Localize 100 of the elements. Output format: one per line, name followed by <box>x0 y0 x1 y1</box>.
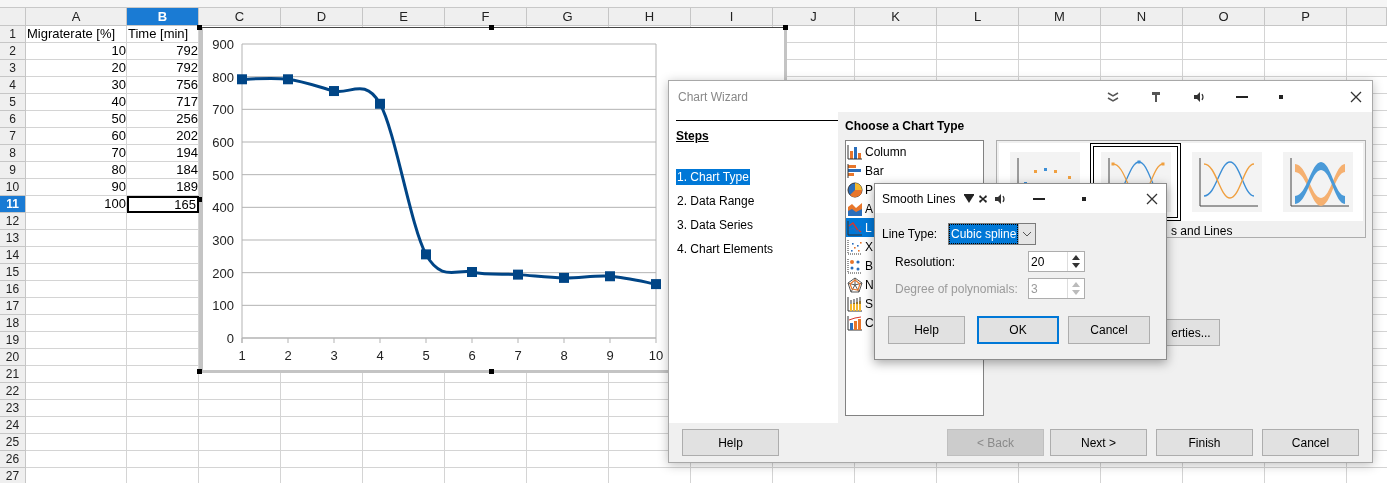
chart-type-option[interactable]: Column <box>865 144 907 159</box>
row-header[interactable]: 6 <box>0 111 26 128</box>
resize-handle[interactable] <box>197 25 202 30</box>
row-header[interactable]: 8 <box>0 145 26 162</box>
col-header[interactable]: J <box>773 8 855 26</box>
chart-type-option[interactable]: X <box>865 239 873 254</box>
table-cell-text: 189 <box>175 179 199 196</box>
row-header[interactable]: 1 <box>0 26 26 43</box>
col-header[interactable]: H <box>609 8 691 26</box>
col-header[interactable]: O <box>1183 8 1265 26</box>
row-header[interactable]: 11 <box>0 196 26 213</box>
window-title: Smooth Lines <box>882 191 956 206</box>
lines-chart-thumbnail[interactable] <box>1181 143 1272 221</box>
line-chart-icon <box>847 219 863 236</box>
dialog-button[interactable]: Help <box>888 316 965 344</box>
col-header[interactable]: L <box>937 8 1019 26</box>
chart-type-option[interactable]: N <box>865 277 874 292</box>
triangle-down-icon[interactable] <box>963 193 975 204</box>
axis-label: 400 <box>212 200 234 216</box>
col-header[interactable]: A <box>26 8 127 26</box>
close-icon[interactable] <box>1146 192 1158 205</box>
dialog-button[interactable]: Help <box>682 429 779 456</box>
col-header[interactable]: M <box>1019 8 1101 26</box>
bug-icon[interactable] <box>977 192 989 205</box>
col-header[interactable]: G <box>527 8 609 26</box>
row-header[interactable]: 17 <box>0 298 26 315</box>
row-header[interactable]: 4 <box>0 77 26 94</box>
chart-type-option[interactable]: Bar <box>865 163 884 178</box>
row-header[interactable]: 15 <box>0 264 26 281</box>
dialog-button[interactable]: Next > <box>1050 429 1147 456</box>
col-header[interactable]: I <box>691 8 773 26</box>
row-header[interactable]: 14 <box>0 247 26 264</box>
resize-handle[interactable] <box>489 369 494 374</box>
chart-type-option[interactable]: A <box>865 201 873 216</box>
col-header[interactable]: F <box>445 8 527 26</box>
row-header[interactable]: 10 <box>0 179 26 196</box>
close-icon[interactable] <box>1350 90 1362 103</box>
speaker-icon[interactable] <box>1193 90 1205 103</box>
step-item[interactable]: 2. Data Range <box>676 193 756 209</box>
row-header[interactable]: 23 <box>0 400 26 417</box>
row-header[interactable]: 27 <box>0 468 26 483</box>
dialog-button[interactable]: Cancel <box>1262 429 1359 456</box>
bubble-chart-icon <box>847 257 863 274</box>
step-item[interactable]: 1. Chart Type <box>676 169 750 185</box>
col-header[interactable]: K <box>855 8 937 26</box>
row-header[interactable]: 16 <box>0 281 26 298</box>
down-arrow-icon[interactable] <box>1072 263 1080 268</box>
dialog-button[interactable]: OK <box>977 316 1059 344</box>
row-header[interactable]: 21 <box>0 366 26 383</box>
row-header[interactable]: 9 <box>0 162 26 179</box>
speaker-icon[interactable] <box>994 192 1006 205</box>
row-header[interactable]: 22 <box>0 383 26 400</box>
step-item[interactable]: 4. Chart Elements <box>676 241 775 257</box>
axis-label: 9 <box>606 348 614 363</box>
row-header[interactable]: 7 <box>0 128 26 145</box>
column-chart-icon <box>847 143 863 160</box>
chart-type-option[interactable]: L <box>865 220 872 235</box>
ribbon-chart-thumbnail[interactable] <box>1272 143 1363 221</box>
field-label: Degree of polynomials: <box>895 281 1019 296</box>
data-point <box>421 249 431 260</box>
row-header[interactable]: 24 <box>0 417 26 434</box>
col-header[interactable]: D <box>281 8 363 26</box>
col-header[interactable]: B <box>127 8 199 26</box>
table-cell-text: 60 <box>110 128 127 145</box>
pin-icon[interactable] <box>1150 90 1162 103</box>
axis-label: 6 <box>468 348 476 363</box>
row-header[interactable]: 5 <box>0 94 26 111</box>
col-header[interactable]: P <box>1265 8 1347 26</box>
number-field[interactable]: 20 <box>1028 251 1085 272</box>
col-header[interactable]: C <box>199 8 281 26</box>
line-type-dropdown[interactable]: Cubic spline <box>948 222 1037 245</box>
bar-chart-icon <box>847 162 863 179</box>
row-header[interactable]: 13 <box>0 230 26 247</box>
row-header[interactable]: 18 <box>0 315 26 332</box>
col-header[interactable]: N <box>1101 8 1183 26</box>
chart-type-option[interactable]: P <box>865 182 873 197</box>
up-arrow-icon[interactable] <box>1072 255 1080 260</box>
table-cell-text: 717 <box>175 94 199 111</box>
resize-handle[interactable] <box>197 369 202 374</box>
chart-type-option[interactable]: S <box>865 296 873 311</box>
window-title: Chart Wizard <box>678 89 748 104</box>
dialog-button[interactable]: Cancel <box>1068 316 1150 344</box>
row-header[interactable]: 3 <box>0 60 26 77</box>
chart-type-option[interactable]: C <box>865 315 874 330</box>
step-item[interactable]: 3. Data Series <box>676 217 755 233</box>
col-header[interactable]: E <box>363 8 445 26</box>
dialog-button[interactable]: Finish <box>1156 429 1253 456</box>
row-header[interactable]: 25 <box>0 434 26 451</box>
chart-type-option[interactable]: B <box>865 258 873 273</box>
column-line-chart-icon <box>847 314 863 331</box>
resize-handle[interactable] <box>783 25 788 30</box>
resize-handle[interactable] <box>197 197 202 202</box>
row-header[interactable]: 12 <box>0 213 26 230</box>
chevrons-down-icon[interactable] <box>1107 91 1119 102</box>
row-header[interactable]: 19 <box>0 332 26 349</box>
resize-handle[interactable] <box>489 25 494 30</box>
row-header[interactable]: 2 <box>0 43 26 60</box>
row-header[interactable]: 20 <box>0 349 26 366</box>
table-cell: 165 <box>127 196 199 213</box>
row-header[interactable]: 26 <box>0 451 26 468</box>
